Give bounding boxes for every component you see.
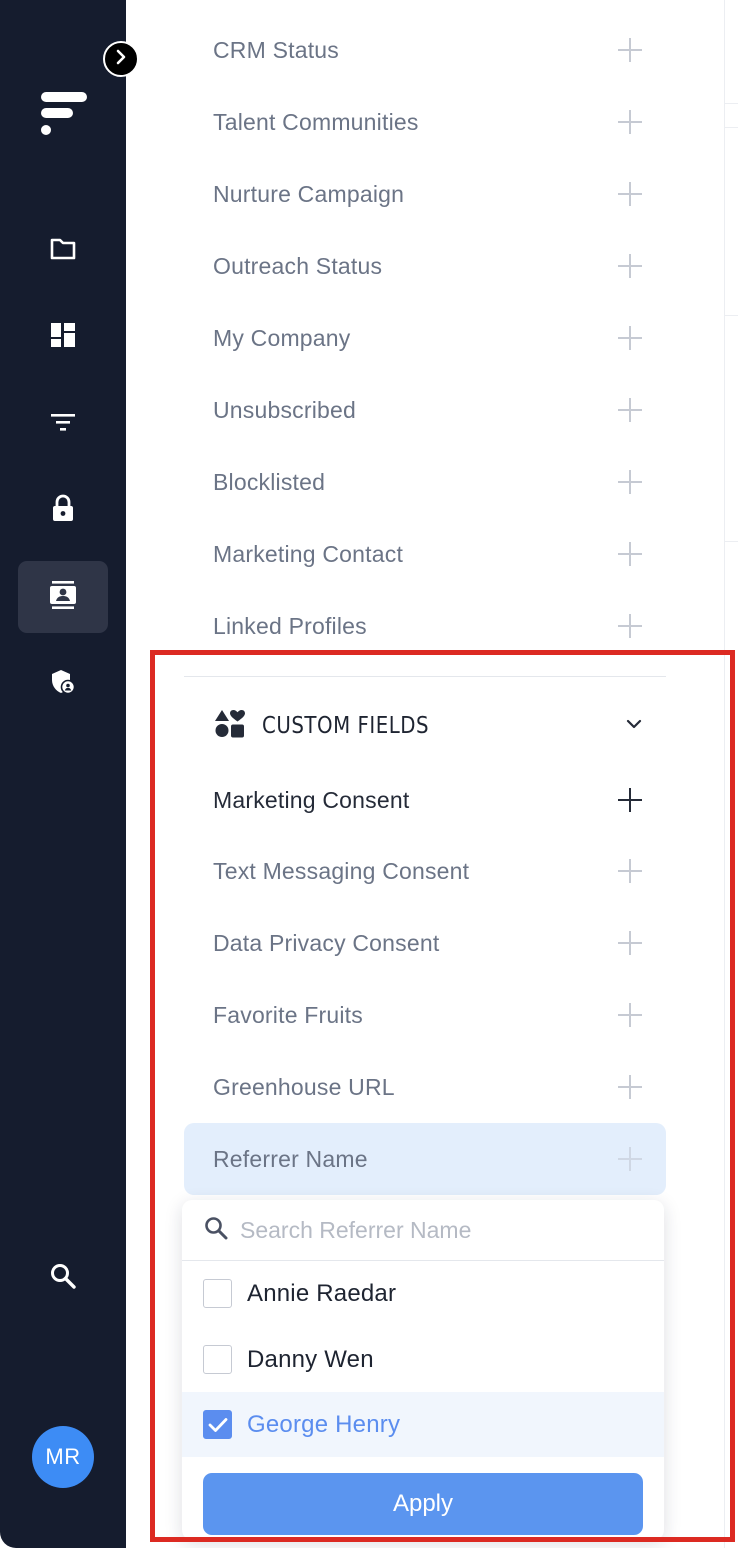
plus-icon[interactable] — [618, 470, 642, 494]
dropdown-search — [182, 1200, 664, 1261]
nav-item-contacts[interactable] — [18, 561, 108, 633]
checkbox[interactable] — [203, 1345, 232, 1374]
background-content-edge — [724, 0, 738, 1548]
folder-icon — [50, 238, 76, 265]
plus-icon[interactable] — [618, 398, 642, 422]
expand-sidebar-button[interactable] — [103, 41, 139, 77]
referrer-dropdown: Annie Raedar Danny Wen George Henry Appl… — [182, 1200, 664, 1540]
checkbox[interactable] — [203, 1279, 232, 1308]
filter-row-referrer-name[interactable]: Referrer Name — [184, 1123, 666, 1195]
plus-icon[interactable] — [618, 542, 642, 566]
plus-icon[interactable] — [618, 931, 642, 955]
filter-row-my-company[interactable]: My Company — [184, 302, 666, 374]
chevron-right-icon — [115, 49, 127, 70]
filter-row-label: Talent Communities — [213, 108, 419, 135]
avatar[interactable]: MR — [32, 1426, 94, 1488]
sidebar: MR — [0, 0, 126, 1548]
filter-row-greenhouse-url[interactable]: Greenhouse URL — [184, 1051, 666, 1123]
option-label: Danny Wen — [247, 1345, 374, 1373]
filter-row-label: Marketing Consent — [213, 786, 410, 813]
filter-row-label: Referrer Name — [213, 1145, 368, 1172]
filter-row-text-messaging-consent[interactable]: Text Messaging Consent — [184, 835, 666, 907]
filter-row-talent-communities[interactable]: Talent Communities — [184, 86, 666, 158]
filter-row-label: My Company — [213, 324, 351, 351]
plus-icon[interactable] — [618, 1003, 642, 1027]
filter-row-label: Blocklisted — [213, 468, 326, 495]
filter-row-blocklisted[interactable]: Blocklisted — [184, 446, 666, 518]
checkbox-checked[interactable] — [203, 1410, 232, 1439]
nav-item-folders[interactable] — [18, 215, 108, 287]
filter-row-data-privacy-consent[interactable]: Data Privacy Consent — [184, 907, 666, 979]
section-divider — [184, 676, 666, 677]
plus-icon[interactable] — [618, 614, 642, 638]
plus-icon[interactable] — [618, 38, 642, 62]
lock-icon — [52, 494, 74, 527]
referrer-search-input[interactable] — [240, 1216, 640, 1244]
filter-row-outreach-status[interactable]: Outreach Status — [184, 230, 666, 302]
filter-row-nurture-campaign[interactable]: Nurture Campaign — [184, 158, 666, 230]
filter-row-marketing-consent[interactable]: Marketing Consent — [184, 764, 666, 836]
dashboard-icon — [51, 322, 75, 352]
plus-icon[interactable] — [618, 110, 642, 134]
shapes-icon — [215, 709, 245, 743]
plus-icon[interactable] — [618, 859, 642, 883]
plus-icon[interactable] — [618, 254, 642, 278]
search-icon — [50, 1263, 76, 1294]
plus-icon[interactable] — [618, 326, 642, 350]
option-annie-raedar[interactable]: Annie Raedar — [182, 1261, 664, 1326]
option-label: George Henry — [247, 1410, 401, 1438]
app-logo[interactable] — [41, 92, 89, 138]
nav-item-dashboard[interactable] — [18, 301, 108, 373]
option-danny-wen[interactable]: Danny Wen — [182, 1327, 664, 1392]
filter-row-label: Favorite Fruits — [213, 1001, 363, 1028]
filter-row-linked-profiles[interactable]: Linked Profiles — [184, 590, 666, 662]
option-george-henry[interactable]: George Henry — [182, 1392, 664, 1457]
filter-row-label: Unsubscribed — [213, 396, 357, 423]
shield-user-icon — [50, 669, 76, 700]
contact-card-icon — [50, 580, 76, 614]
filter-row-label: Nurture Campaign — [213, 180, 405, 207]
filter-icon — [51, 413, 75, 436]
nav-item-admin[interactable] — [18, 648, 108, 720]
filter-row-label: Data Privacy Consent — [213, 929, 440, 956]
filter-row-crm-status[interactable]: CRM Status — [184, 14, 666, 86]
plus-icon[interactable] — [618, 1075, 642, 1099]
apply-button[interactable]: Apply — [203, 1473, 643, 1535]
filter-row-label: Marketing Contact — [213, 540, 404, 567]
filter-row-label: Linked Profiles — [213, 612, 367, 639]
filter-row-favorite-fruits[interactable]: Favorite Fruits — [184, 979, 666, 1051]
filter-row-marketing-contact[interactable]: Marketing Contact — [184, 518, 666, 590]
nav-item-filters[interactable] — [18, 388, 108, 460]
nav-item-security[interactable] — [18, 474, 108, 546]
nav-item-search[interactable] — [18, 1242, 108, 1314]
plus-icon[interactable] — [618, 1147, 642, 1171]
filter-row-label: Outreach Status — [213, 252, 383, 279]
filter-row-label: Text Messaging Consent — [213, 857, 470, 884]
checkmark-icon — [208, 1417, 227, 1432]
chevron-down-icon[interactable] — [626, 717, 642, 735]
filter-row-label: Greenhouse URL — [213, 1073, 395, 1100]
filter-row-unsubscribed[interactable]: Unsubscribed — [184, 374, 666, 446]
avatar-initials: MR — [45, 1444, 81, 1469]
plus-icon[interactable] — [618, 182, 642, 206]
search-icon — [204, 1216, 228, 1245]
filter-row-label: CRM Status — [213, 36, 339, 63]
option-label: Annie Raedar — [247, 1279, 397, 1307]
custom-fields-header[interactable]: CUSTOM FIELDS — [184, 690, 666, 762]
plus-icon[interactable] — [618, 788, 642, 812]
section-title: CUSTOM FIELDS — [262, 713, 430, 739]
